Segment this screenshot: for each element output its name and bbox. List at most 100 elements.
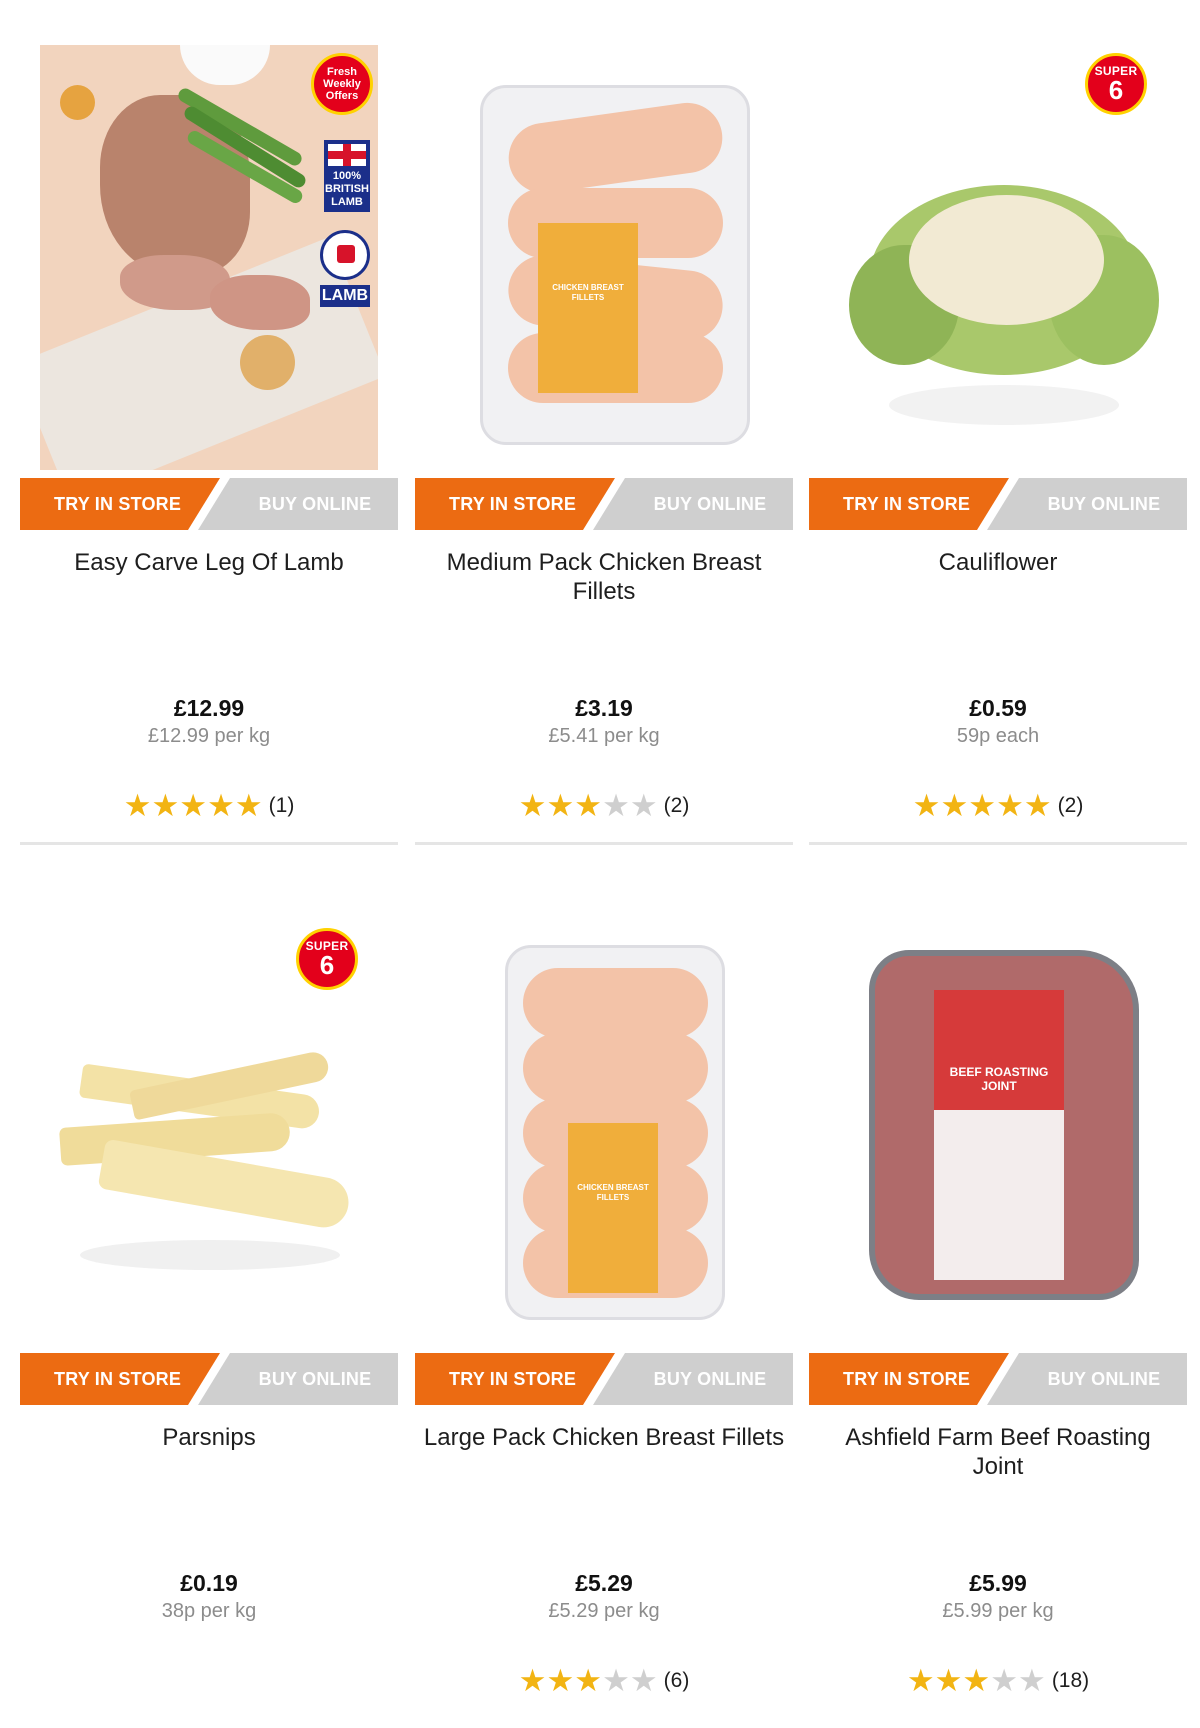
try-in-store-button[interactable]: TRY IN STORE — [415, 478, 615, 530]
product-grid: Fresh Weekly Offers 100% BRITISH LAMB LA… — [0, 0, 1200, 1728]
product-card[interactable]: Fresh Weekly Offers 100% BRITISH LAMB LA… — [20, 28, 398, 845]
product-rating[interactable]: ★ ★ ★ ★ ★ (2) — [809, 788, 1187, 824]
buy-online-button[interactable]: BUY ONLINE — [198, 478, 398, 530]
chicken-photo: CHICKEN BREAST FILLETS — [435, 45, 773, 470]
star-filled-icon: ★ — [906, 1663, 935, 1698]
star-filled-icon: ★ — [546, 1663, 575, 1698]
super-number: 6 — [319, 950, 335, 980]
chicken-photo: CHICKEN BREAST FILLETS — [435, 920, 773, 1345]
product-name[interactable]: Cauliflower — [809, 548, 1187, 694]
unit-price: £12.99 per kg — [147, 725, 271, 747]
star-filled-icon: ★ — [996, 788, 1024, 823]
unit-price: £5.29 per kg — [548, 1600, 660, 1622]
buy-online-button[interactable]: BUY ONLINE — [987, 1353, 1187, 1405]
product-card[interactable]: CHICKEN BREAST FILLETS TRY IN STORE BUY … — [415, 28, 793, 845]
product-rating[interactable]: ★ ★ ★ ★ ★ (1) — [20, 788, 398, 824]
unit-price: £5.99 per kg — [942, 1600, 1054, 1622]
star-filled-icon: ★ — [207, 788, 235, 823]
star-rating: ★ ★ ★ ★ ★ — [124, 789, 263, 823]
try-in-store-button[interactable]: TRY IN STORE — [415, 1353, 615, 1405]
product-image[interactable]: SUPER 6 — [809, 28, 1187, 478]
star-empty-icon: ★ — [990, 1663, 1019, 1698]
product-image[interactable]: CHICKEN BREAST FILLETS — [415, 903, 793, 1353]
unit-price: £5.41 per kg — [548, 725, 660, 747]
product-price: £0.19 — [180, 1570, 238, 1596]
try-in-store-button[interactable]: TRY IN STORE — [809, 1353, 1009, 1405]
pack-label: CHICKEN BREAST FILLETS — [552, 283, 624, 302]
unit-price: 38p per kg — [161, 1600, 257, 1622]
star-empty-icon: ★ — [629, 1663, 658, 1698]
star-filled-icon: ★ — [574, 788, 603, 823]
review-count: (2) — [663, 794, 690, 817]
product-rating[interactable]: ★ ★ ★ ★ ★ (6) — [415, 1663, 793, 1699]
purchase-options: TRY IN STORE BUY ONLINE — [20, 1353, 398, 1405]
star-filled-icon: ★ — [1023, 788, 1052, 823]
super-six-badge: SUPER 6 — [296, 928, 358, 990]
star-empty-icon: ★ — [1018, 1663, 1046, 1698]
star-filled-icon: ★ — [546, 788, 575, 823]
product-card[interactable]: BEEF ROASTING JOINT TRY IN STORE BUY ONL… — [809, 903, 1187, 1699]
star-filled-icon: ★ — [518, 788, 547, 823]
star-rating: ★ ★ ★ ★ ★ — [913, 789, 1052, 823]
beef-photo: BEEF ROASTING JOINT — [829, 920, 1167, 1345]
unit-price: 59p each — [956, 725, 1040, 747]
fresh-offers-badge: Fresh Weekly Offers — [311, 53, 373, 115]
star-filled-icon: ★ — [574, 1663, 603, 1698]
union-flag-icon — [328, 144, 366, 166]
product-name[interactable]: Parsnips — [20, 1423, 398, 1569]
super-number: 6 — [1108, 75, 1124, 105]
product-card[interactable]: SUPER 6 TRY IN STORE BUY ONLINE Parsnips… — [20, 903, 398, 1625]
product-rating[interactable]: ★ ★ ★ ★ ★ (18) — [809, 1663, 1187, 1699]
buy-online-button[interactable]: BUY ONLINE — [198, 1353, 398, 1405]
product-rating[interactable]: ★ ★ ★ ★ ★ (2) — [415, 788, 793, 824]
star-filled-icon: ★ — [123, 788, 152, 823]
purchase-options: TRY IN STORE BUY ONLINE — [809, 1353, 1187, 1405]
product-price: £0.59 — [969, 695, 1027, 721]
star-rating: ★ ★ ★ ★ ★ — [519, 1664, 658, 1698]
review-count: (6) — [663, 1669, 690, 1692]
star-filled-icon: ★ — [151, 788, 180, 823]
star-filled-icon: ★ — [518, 1663, 547, 1698]
buy-online-button[interactable]: BUY ONLINE — [593, 478, 793, 530]
card-divider — [809, 842, 1187, 845]
purchase-options: TRY IN STORE BUY ONLINE — [415, 1353, 793, 1405]
british-lamb-badge: 100% BRITISH LAMB — [324, 140, 370, 212]
product-image[interactable]: SUPER 6 — [20, 903, 398, 1353]
star-filled-icon: ★ — [940, 788, 969, 823]
purchase-options: TRY IN STORE BUY ONLINE — [20, 478, 398, 530]
star-filled-icon: ★ — [962, 1663, 991, 1698]
product-image[interactable]: Fresh Weekly Offers 100% BRITISH LAMB LA… — [20, 28, 398, 478]
review-count: (1) — [268, 794, 295, 817]
product-name[interactable]: Ashfield Farm Beef Roasting Joint — [809, 1423, 1187, 1569]
purchase-options: TRY IN STORE BUY ONLINE — [415, 478, 793, 530]
card-divider — [20, 842, 398, 845]
product-price: £3.19 — [575, 695, 633, 721]
star-empty-icon: ★ — [602, 1663, 630, 1698]
pack-label: BEEF ROASTING JOINT — [949, 1065, 1049, 1093]
star-filled-icon: ★ — [234, 788, 263, 823]
try-in-store-button[interactable]: TRY IN STORE — [809, 478, 1009, 530]
product-image[interactable]: BEEF ROASTING JOINT — [809, 903, 1187, 1353]
star-filled-icon: ★ — [912, 788, 941, 823]
card-divider — [415, 842, 793, 845]
purchase-options: TRY IN STORE BUY ONLINE — [809, 478, 1187, 530]
product-card[interactable]: CHICKEN BREAST FILLETS TRY IN STORE BUY … — [415, 903, 793, 1699]
try-in-store-button[interactable]: TRY IN STORE — [20, 1353, 220, 1405]
star-filled-icon: ★ — [179, 788, 208, 823]
product-price: £5.99 — [969, 1570, 1027, 1596]
buy-online-button[interactable]: BUY ONLINE — [593, 1353, 793, 1405]
star-rating: ★ ★ ★ ★ ★ — [907, 1664, 1046, 1698]
star-rating: ★ ★ ★ ★ ★ — [519, 789, 658, 823]
product-name[interactable]: Easy Carve Leg Of Lamb — [20, 548, 398, 694]
review-count: (2) — [1057, 794, 1084, 817]
buy-online-button[interactable]: BUY ONLINE — [987, 478, 1187, 530]
product-name[interactable]: Large Pack Chicken Breast Fillets — [415, 1423, 793, 1569]
review-count: (18) — [1051, 1669, 1090, 1692]
product-image[interactable]: CHICKEN BREAST FILLETS — [415, 28, 793, 478]
try-in-store-button[interactable]: TRY IN STORE — [20, 478, 220, 530]
product-price: £12.99 — [173, 695, 245, 721]
product-name[interactable]: Medium Pack Chicken Breast Fillets — [415, 548, 793, 694]
lamb-photo: Fresh Weekly Offers 100% BRITISH LAMB LA… — [40, 45, 378, 470]
pack-label: CHICKEN BREAST FILLETS — [577, 1183, 649, 1202]
product-card[interactable]: SUPER 6 TRY IN STORE BUY ONLINE Cauliflo… — [809, 28, 1187, 845]
